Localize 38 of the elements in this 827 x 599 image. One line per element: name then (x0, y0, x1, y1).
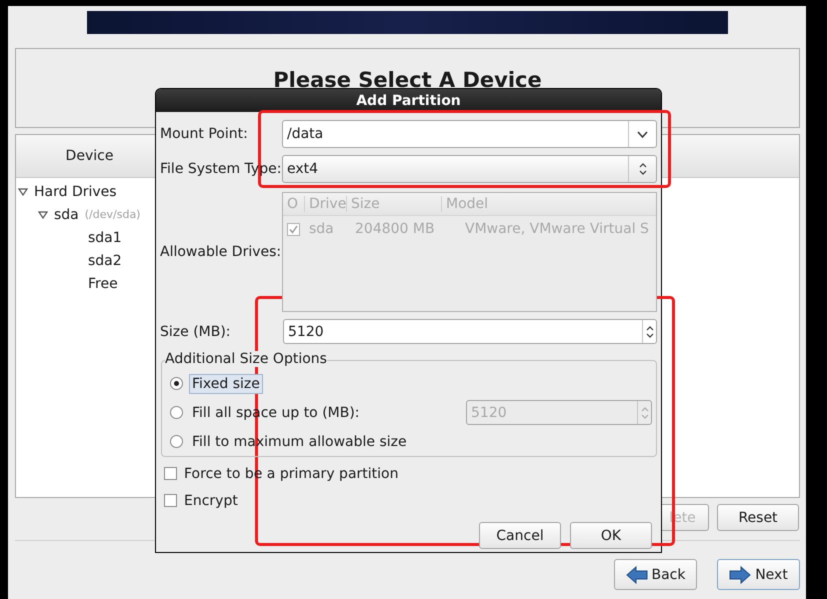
back-button[interactable]: Back (614, 559, 697, 590)
dialog-button[interactable]: Cancel (479, 522, 561, 549)
checkbox-label: Encrypt (184, 492, 238, 508)
radio-button[interactable] (170, 435, 183, 448)
updown-icon (638, 162, 646, 176)
checkbox[interactable] (164, 467, 177, 480)
dialog-title: Add Partition (356, 92, 461, 108)
spin-arrows-icon (640, 406, 648, 420)
check-icon (289, 224, 298, 234)
tree-item[interactable]: sda (54, 206, 79, 222)
size-spinner[interactable]: 5120 (283, 319, 657, 344)
device-path: (/dev/sda) (84, 208, 140, 221)
table-cell-text: 204800 MB (354, 221, 436, 237)
tree-item[interactable]: Hard Drives (34, 184, 117, 200)
radio-button[interactable] (170, 377, 183, 390)
dialog-button[interactable]: OK (570, 522, 652, 549)
expander-icon (18, 188, 28, 196)
action-button[interactable]: Reset (717, 504, 799, 531)
tree-item[interactable]: sda2 (76, 252, 122, 268)
checkbox[interactable] (164, 494, 177, 507)
frame-title: Additional Size Options (165, 351, 327, 367)
radio-label[interactable]: Fixed size (189, 374, 263, 394)
file-system-dropdown[interactable]: ext4 (282, 155, 657, 183)
tree-item[interactable]: sda1 (76, 230, 122, 246)
table-cell-text: sda (308, 221, 335, 237)
mount-point-field[interactable]: /data (282, 120, 657, 148)
field-label: Size (MB): (160, 324, 232, 340)
spin-arrows-icon (646, 324, 654, 338)
page-title: Please Select A Device (273, 70, 542, 91)
radio-button[interactable] (170, 406, 183, 419)
dropdown-icon (637, 130, 648, 138)
expander-icon (38, 210, 48, 218)
field-label: Allowable Drives: (160, 244, 282, 260)
left-arrow-icon (626, 566, 648, 584)
table-cell-text: VMware, VMware Virtual S (464, 221, 650, 237)
right-arrow-icon (729, 566, 752, 584)
tree-item[interactable]: Free (76, 276, 118, 292)
next-button[interactable]: Next (717, 559, 800, 590)
